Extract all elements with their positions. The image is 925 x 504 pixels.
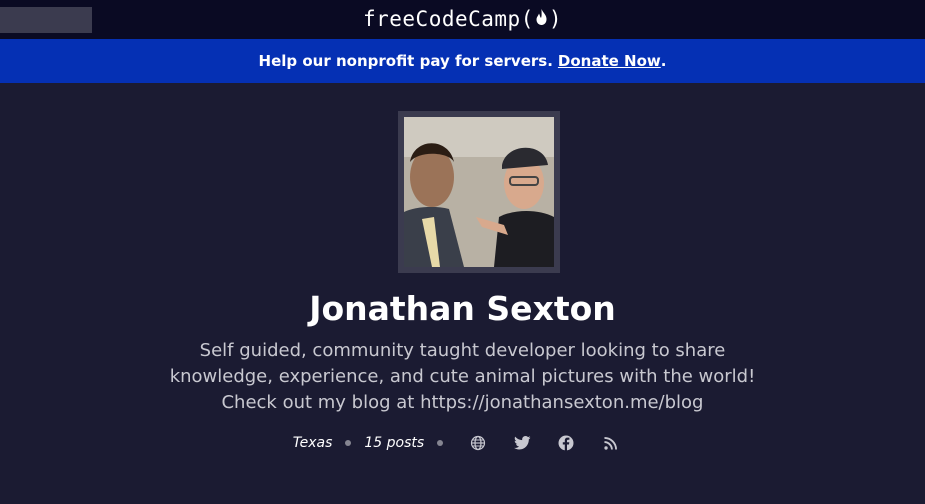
- logo-text: freeCodeCamp(: [362, 7, 534, 31]
- logo-text-close: ): [548, 7, 563, 31]
- donation-banner: Help our nonprofit pay for servers. Dona…: [0, 39, 925, 83]
- avatar: [404, 117, 554, 267]
- separator-dot: [437, 440, 444, 446]
- facebook-icon[interactable]: [556, 433, 576, 453]
- flame-icon: [535, 7, 548, 31]
- donate-now-link[interactable]: Donate Now: [558, 52, 661, 70]
- separator-dot: [345, 440, 352, 446]
- site-logo[interactable]: freeCodeCamp( ): [0, 0, 925, 38]
- banner-text: Help our nonprofit pay for servers.: [258, 52, 553, 70]
- top-navigation-bar: freeCodeCamp( ): [0, 0, 925, 39]
- profile-post-count: 15 posts: [364, 435, 425, 451]
- twitter-icon[interactable]: [512, 433, 532, 453]
- globe-icon[interactable]: [468, 433, 488, 453]
- profile-avatar-frame: [398, 111, 560, 273]
- profile-meta: Texas 15 posts: [0, 431, 925, 455]
- profile-name: Jonathan Sexton: [309, 289, 616, 328]
- rss-icon[interactable]: [600, 433, 620, 453]
- banner-suffix: .: [660, 52, 667, 70]
- profile-location: Texas: [292, 435, 333, 451]
- profile-bio: Self guided, community taught developer …: [169, 340, 756, 413]
